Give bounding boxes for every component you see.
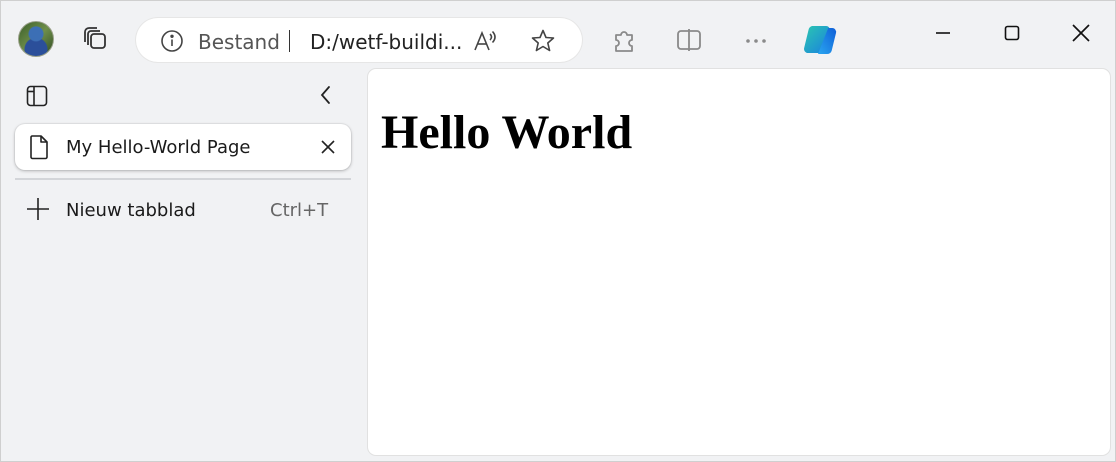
maximize-icon [1004, 25, 1020, 41]
info-icon[interactable] [160, 29, 184, 53]
address-bar[interactable]: Bestand D:/wetf-buildi... [136, 18, 582, 62]
close-tab-icon[interactable] [317, 136, 339, 158]
tab-title: My Hello-World Page [66, 137, 251, 158]
profile-avatar[interactable] [18, 21, 54, 57]
title-bar: Bestand D:/wetf-buildi... [1, 1, 1115, 71]
split-screen-icon [677, 29, 701, 51]
close-window-button[interactable] [1058, 15, 1104, 51]
split-screen-button[interactable] [674, 25, 704, 55]
puzzle-icon [615, 31, 633, 52]
star-icon[interactable] [530, 28, 556, 54]
page-heading: Hello World [381, 106, 633, 159]
sidebar-toggle-icon[interactable] [25, 84, 49, 108]
new-tab-shortcut: Ctrl+T [270, 200, 329, 221]
minimize-icon [936, 32, 950, 34]
tab-actions-icon [84, 27, 106, 49]
tab-item[interactable]: My Hello-World Page [15, 124, 351, 170]
more-button[interactable] [741, 25, 771, 55]
plus-icon [27, 198, 49, 220]
minimize-button[interactable] [920, 15, 966, 51]
maximize-button[interactable] [989, 15, 1035, 51]
address-separator [289, 30, 290, 52]
extensions-button[interactable] [609, 25, 639, 55]
close-icon [1072, 24, 1090, 42]
page-content: Hello World [368, 69, 1110, 455]
vertical-tabs-sidebar: My Hello-World Page Nieuw tabblad Ctrl+T [1, 71, 367, 461]
new-tab-button[interactable]: Nieuw tabblad Ctrl+T [15, 191, 351, 231]
browser-window: Bestand D:/wetf-buildi... My Hello-World… [0, 0, 1116, 462]
tab-actions-button[interactable] [79, 23, 113, 57]
security-label[interactable]: Bestand [198, 30, 280, 54]
document-icon [30, 135, 48, 160]
new-tab-label: Nieuw tabblad [66, 200, 196, 221]
read-aloud-icon[interactable] [472, 28, 498, 54]
more-icon [746, 39, 766, 43]
url-text[interactable]: D:/wetf-buildi... [310, 30, 462, 54]
copilot-icon[interactable] [800, 23, 838, 57]
collapse-sidebar-icon[interactable] [314, 83, 338, 107]
sidebar-divider [15, 178, 351, 180]
